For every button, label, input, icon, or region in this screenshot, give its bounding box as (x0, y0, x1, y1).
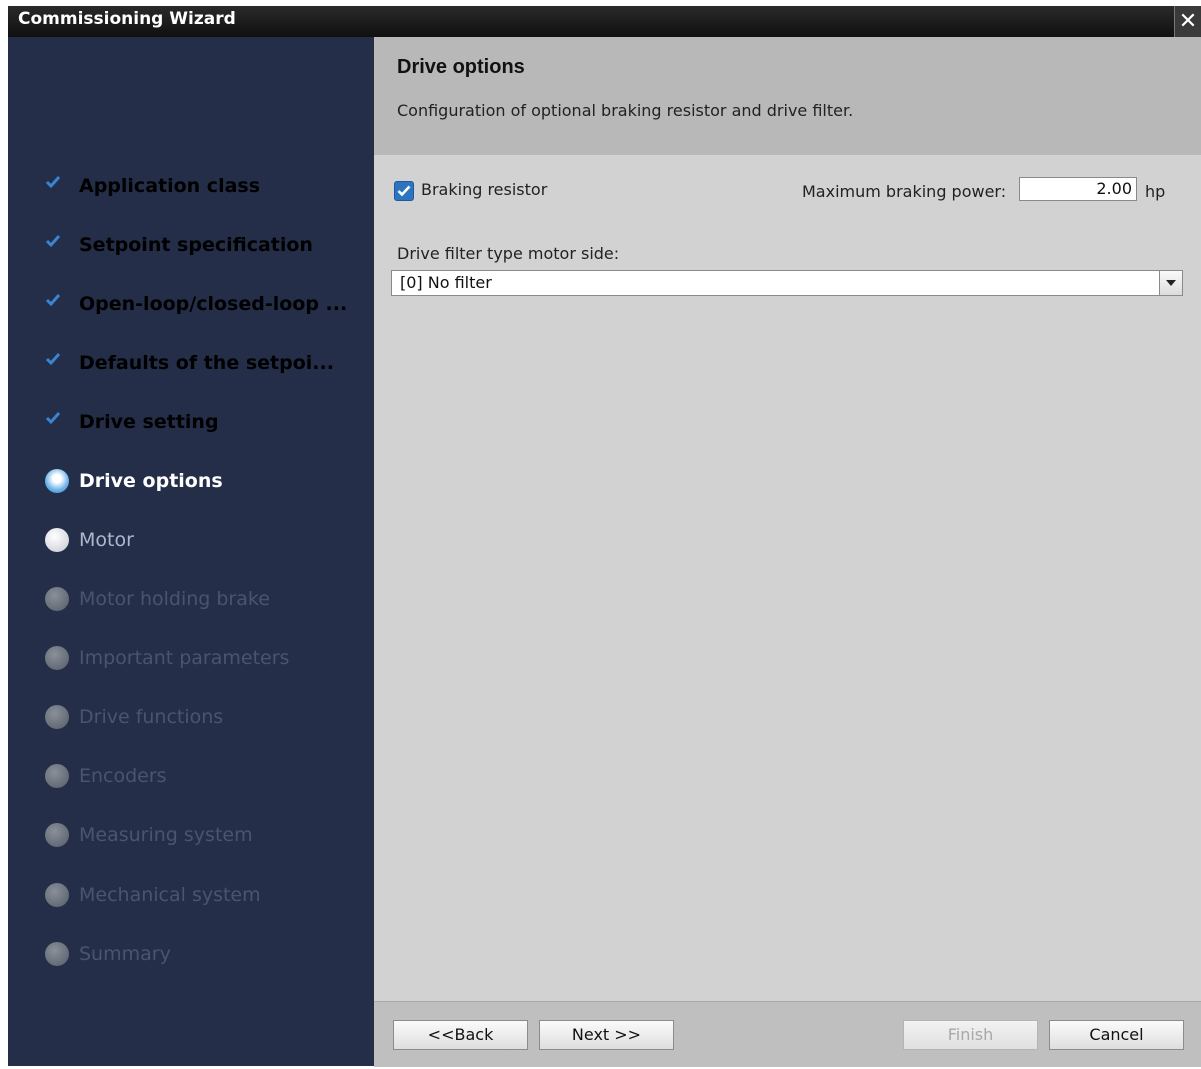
step-label: Drive options (79, 470, 223, 492)
checkmark-icon (45, 410, 69, 434)
disabled-step-icon (45, 705, 69, 729)
chevron-down-icon (1166, 280, 1176, 286)
current-step-icon (45, 469, 69, 493)
max-braking-power-label: Maximum braking power: (802, 182, 1007, 201)
step-label: Measuring system (79, 824, 253, 846)
disabled-step-icon (45, 823, 69, 847)
step-label: Setpoint specification (79, 234, 313, 256)
checkmark-icon (45, 351, 69, 375)
checkmark-icon (45, 292, 69, 316)
disabled-step-icon (45, 646, 69, 670)
step-summary: Summary (45, 938, 171, 970)
page-description: Configuration of optional braking resist… (397, 101, 854, 120)
step-motor[interactable]: Motor (45, 524, 134, 556)
step-label: Drive functions (79, 706, 224, 728)
dropdown-button[interactable] (1159, 271, 1182, 295)
step-label: Mechanical system (79, 884, 261, 906)
step-open-loop-closed-loop[interactable]: Open-loop/closed-loop ... (45, 288, 347, 320)
step-label: Drive setting (79, 411, 219, 433)
step-label: Encoders (79, 765, 167, 787)
drive-filter-label: Drive filter type motor side: (397, 244, 620, 263)
finish-button: Finish (903, 1020, 1038, 1050)
step-label: Application class (79, 175, 261, 197)
step-defaults-of-setpoint[interactable]: Defaults of the setpoi... (45, 347, 334, 379)
drive-filter-value: [0] No filter (400, 273, 492, 292)
step-mechanical-system: Mechanical system (45, 879, 261, 911)
step-application-class[interactable]: Application class (45, 170, 260, 202)
step-motor-holding-brake: Motor holding brake (45, 583, 270, 615)
max-braking-power-unit: hp (1145, 182, 1166, 201)
braking-resistor-checkbox[interactable] (394, 181, 414, 201)
step-label: Open-loop/closed-loop ... (79, 293, 348, 315)
drive-options-panel: Braking resistor Maximum braking power: … (374, 155, 1201, 1001)
step-encoders: Encoders (45, 760, 167, 792)
step-measuring-system: Measuring system (45, 819, 253, 851)
step-label: Important parameters (79, 647, 290, 669)
title-bar: Commissioning Wizard ✕ (8, 6, 1201, 37)
cancel-button[interactable]: Cancel (1049, 1020, 1184, 1050)
step-label: Motor holding brake (79, 588, 270, 610)
checkbox-check-icon (397, 185, 411, 197)
max-braking-power-input[interactable]: 2.00 (1019, 177, 1137, 201)
step-drive-options[interactable]: Drive options (45, 465, 223, 497)
braking-resistor-label[interactable]: Braking resistor (421, 180, 547, 199)
step-label: Defaults of the setpoi... (79, 352, 334, 374)
step-important-parameters: Important parameters (45, 642, 289, 674)
step-label: Summary (79, 943, 171, 965)
drive-filter-select[interactable]: [0] No filter (391, 270, 1183, 296)
step-label: Motor (79, 529, 134, 551)
wizard-footer: <<Back Next >> Finish Cancel (374, 1001, 1201, 1067)
next-button[interactable]: Next >> (539, 1020, 674, 1050)
close-icon[interactable]: ✕ (1174, 6, 1201, 37)
commissioning-wizard-window: Commissioning Wizard ✕ Application class… (8, 6, 1201, 1067)
disabled-step-icon (45, 942, 69, 966)
step-setpoint-specification[interactable]: Setpoint specification (45, 229, 313, 261)
disabled-step-icon (45, 587, 69, 611)
pending-step-icon (45, 528, 69, 552)
page-title: Drive options (397, 56, 525, 78)
step-drive-setting[interactable]: Drive setting (45, 406, 219, 438)
window-title: Commissioning Wizard (18, 9, 236, 29)
step-drive-functions: Drive functions (45, 701, 223, 733)
wizard-step-list: Application class Setpoint specification… (8, 37, 374, 1066)
back-button[interactable]: <<Back (393, 1020, 528, 1050)
checkmark-icon (45, 174, 69, 198)
page-header: Drive options Configuration of optional … (374, 37, 1201, 155)
disabled-step-icon (45, 764, 69, 788)
disabled-step-icon (45, 883, 69, 907)
checkmark-icon (45, 233, 69, 257)
